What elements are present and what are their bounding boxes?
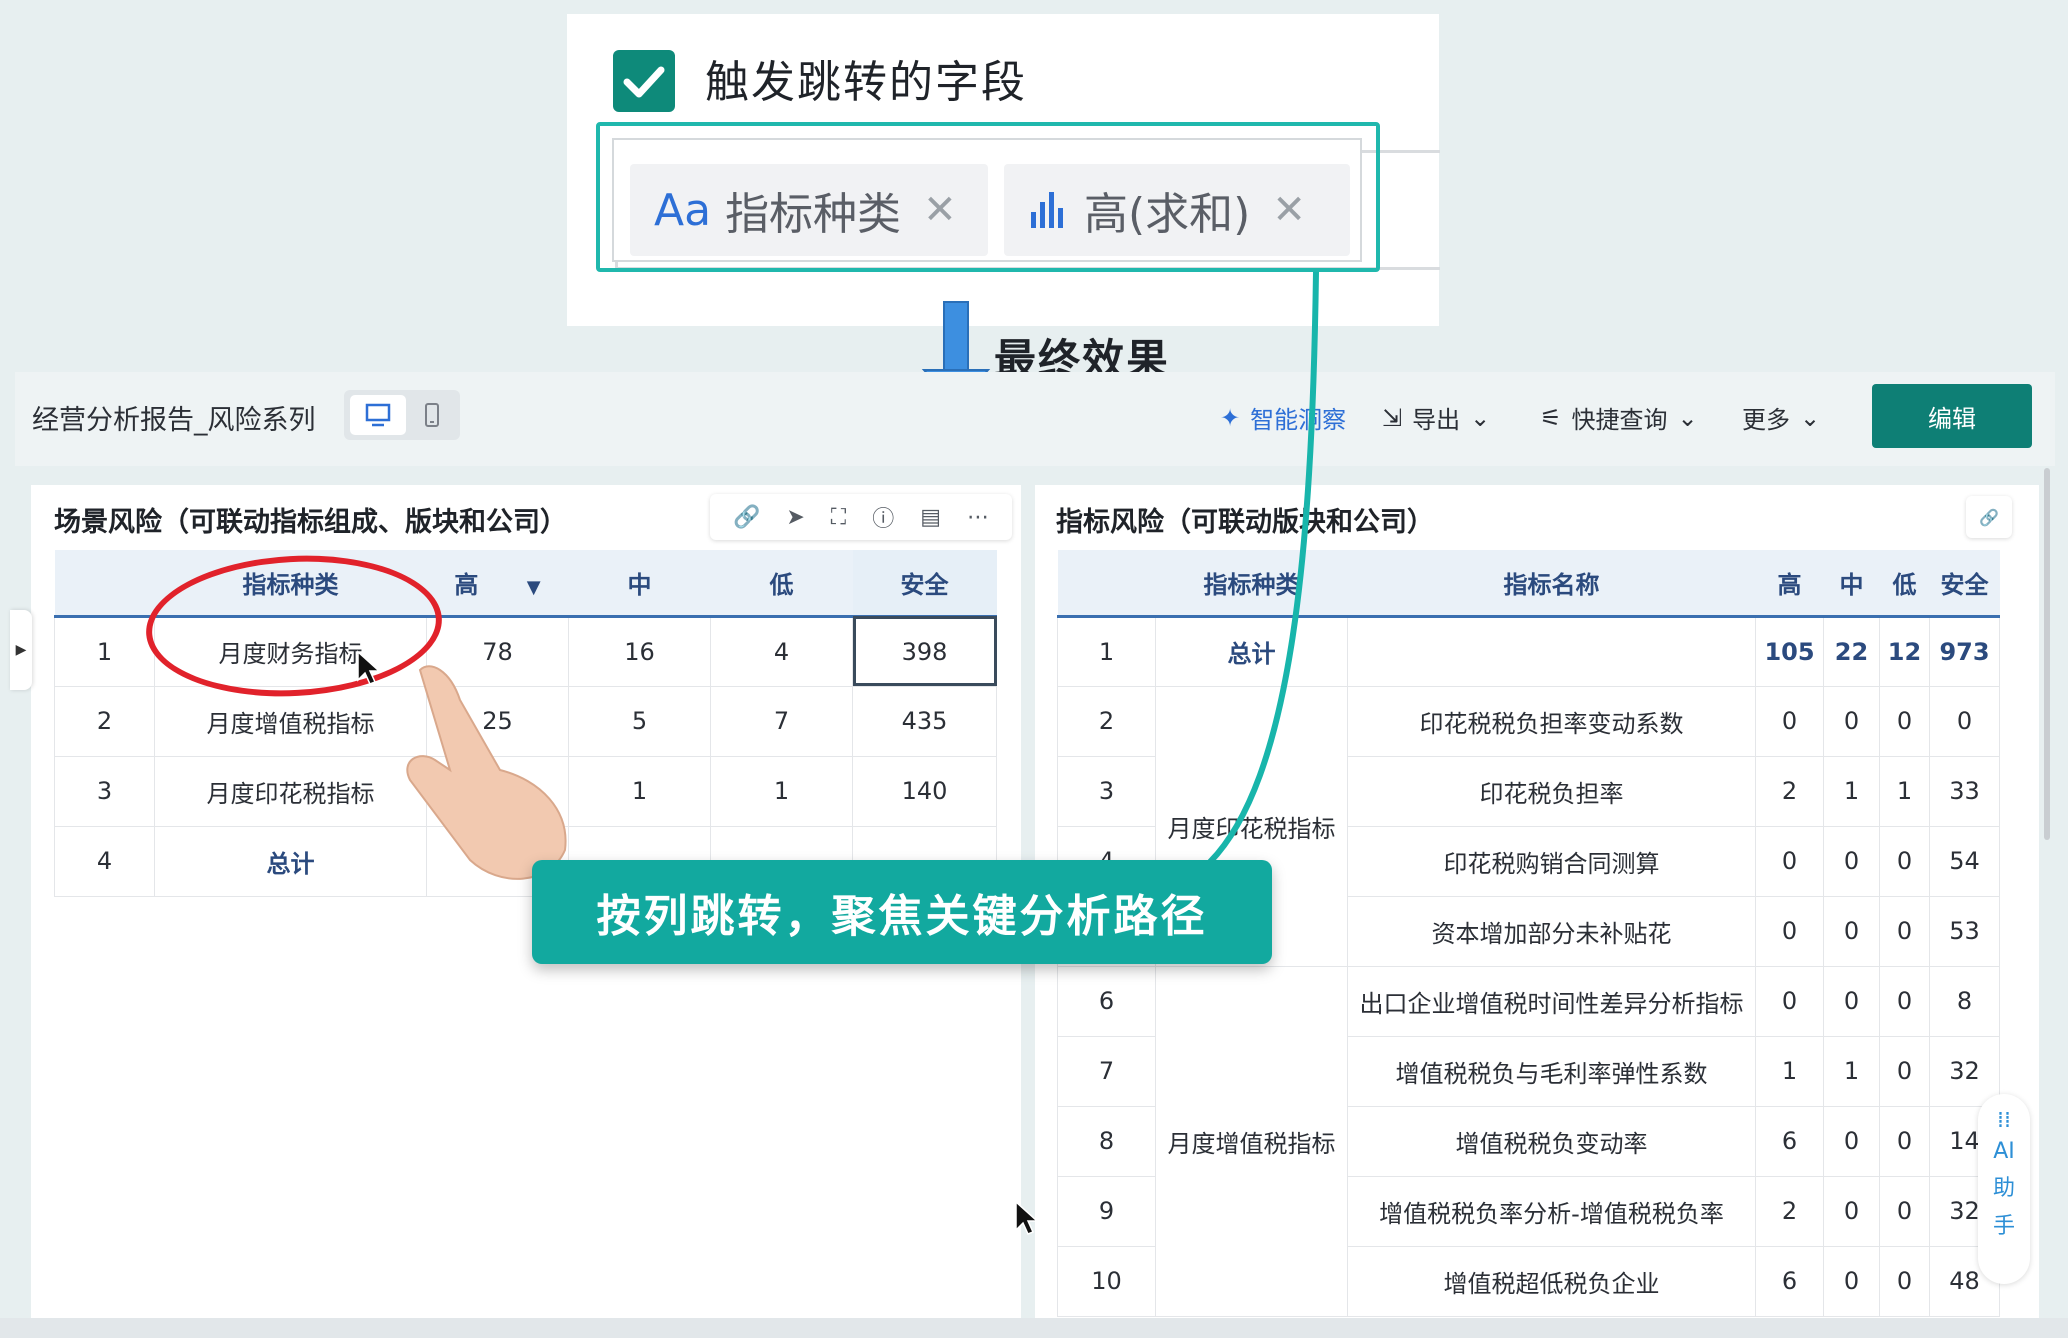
ai-assistant-label-3: 手 [1992,1214,2015,1239]
mouse-cursor-icon [357,650,381,685]
pointing-hand-icon [406,665,567,880]
ai-assistant-button[interactable]: ⁞⁞ AI 助 手 [1978,1094,2030,1284]
expand-sidebar-handle[interactable]: ▶ [10,610,32,690]
callout-banner: 按列跳转，聚焦关键分析路径 [532,860,1272,964]
chevron-right-icon: ▶ [15,642,27,658]
bottom-strip [0,1318,2068,1338]
ai-assistant-label-1: AI [1993,1139,2015,1164]
grid-dots-icon: ⁞⁞ [1997,1108,2011,1133]
mouse-cursor-icon [1015,1200,1039,1235]
ai-assistant-label-2: 助 [1992,1176,2015,1201]
